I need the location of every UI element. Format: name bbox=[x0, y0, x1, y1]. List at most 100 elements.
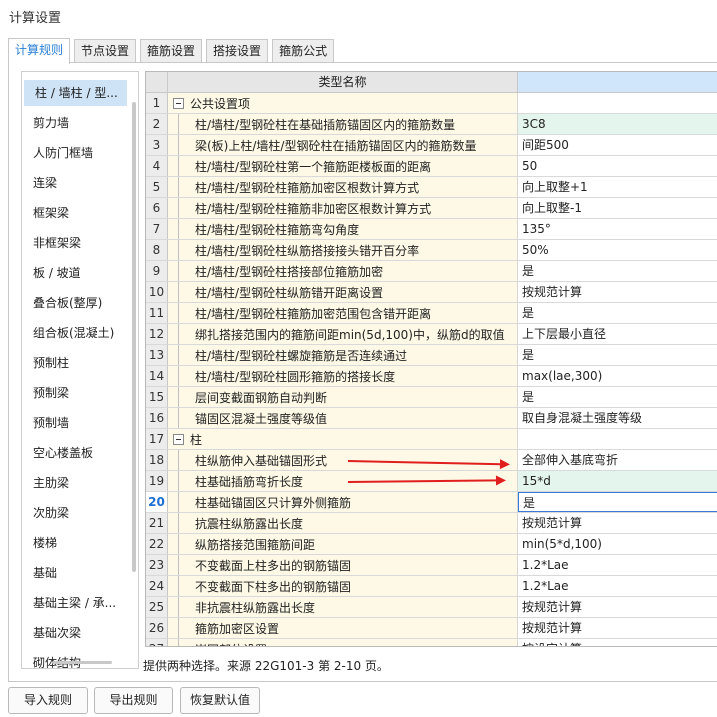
setting-name: 层间变截面钢筋自动判断 bbox=[195, 390, 328, 405]
table-row[interactable]: 6 柱/墙柱/型钢砼柱箍筋非加密区根数计算方式 向上取整-1 bbox=[146, 198, 717, 219]
table-row[interactable]: 9 柱/墙柱/型钢砼柱搭接部位箍筋加密 是 bbox=[146, 261, 717, 282]
tab-stirrup-settings[interactable]: 箍筋设置 bbox=[140, 39, 203, 63]
setting-value-cell[interactable]: 50% bbox=[518, 240, 717, 260]
sidebar-item[interactable]: 基础次梁 bbox=[22, 620, 127, 646]
sidebar-item[interactable]: 主肋梁 bbox=[22, 470, 127, 496]
setting-name: 柱/墙柱/型钢砼柱箍筋非加密区根数计算方式 bbox=[195, 201, 432, 216]
setting-value-cell[interactable]: 按规范计算 bbox=[518, 597, 717, 617]
setting-value-cell[interactable]: 按规范计算 bbox=[518, 513, 717, 533]
sidebar-item[interactable]: 预制墙 bbox=[22, 410, 127, 436]
setting-value-cell[interactable]: 3C8 bbox=[518, 114, 717, 134]
row-number: 9 bbox=[146, 261, 168, 281]
row-number: 18 bbox=[146, 450, 168, 470]
collapse-icon[interactable] bbox=[173, 97, 184, 109]
table-row[interactable]: 26 箍筋加密区设置 按规范计算 bbox=[146, 618, 717, 639]
sidebar-item[interactable]: 组合板(混凝土) bbox=[22, 320, 127, 346]
import-rules-button[interactable]: 导入规则 bbox=[8, 687, 88, 714]
sidebar-item[interactable]: 剪力墙 bbox=[22, 110, 127, 136]
table-row[interactable]: 13 柱/墙柱/型钢砼柱螺旋箍筋是否连续通过 是 bbox=[146, 345, 717, 366]
row-number: 19 bbox=[146, 471, 168, 491]
setting-name-cell: 抗震柱纵筋露出长度 bbox=[168, 513, 518, 533]
table-row[interactable]: 15 层间变截面钢筋自动判断 是 bbox=[146, 387, 717, 408]
sidebar-item[interactable]: 基础 bbox=[22, 560, 127, 586]
setting-value-cell[interactable]: 1.2*Lae bbox=[518, 576, 717, 596]
sidebar-item[interactable]: 楼梯 bbox=[22, 530, 127, 556]
sidebar-item[interactable]: 次肋梁 bbox=[22, 500, 127, 526]
row-number: 20 bbox=[146, 492, 168, 512]
tab-node-settings[interactable]: 节点设置 bbox=[74, 39, 137, 63]
setting-value-cell[interactable]: 是 bbox=[518, 261, 717, 281]
sidebar-item[interactable]: 空心楼盖板 bbox=[22, 440, 127, 466]
table-row[interactable]: 22 纵筋搭接范围箍筋间距 min(5*d,100) bbox=[146, 534, 717, 555]
collapse-icon[interactable] bbox=[173, 433, 184, 445]
setting-value-cell[interactable]: 135° bbox=[518, 219, 717, 239]
table-row[interactable]: 20 柱基础锚固区只计算外侧箍筋 是 bbox=[146, 492, 717, 513]
table-row[interactable]: 24 不变截面下柱多出的钢筋锚固 1.2*Lae bbox=[146, 576, 717, 597]
setting-value-cell[interactable]: 是 bbox=[518, 303, 717, 323]
sidebar-item[interactable]: 砌体结构 bbox=[22, 650, 127, 668]
setting-name: 柱/墙柱/型钢砼柱纵筋错开距离设置 bbox=[195, 285, 384, 300]
sidebar-item[interactable]: 基础主梁 / 承... bbox=[22, 590, 127, 616]
setting-name: 非抗震柱纵筋露出长度 bbox=[195, 600, 316, 615]
setting-value-cell[interactable]: 50 bbox=[518, 156, 717, 176]
setting-value-cell[interactable]: 间距500 bbox=[518, 135, 717, 155]
table-row[interactable]: 16 锚固区混凝土强度等级值 取自身混凝土强度等级 bbox=[146, 408, 717, 429]
table-row[interactable]: 21 抗震柱纵筋露出长度 按规范计算 bbox=[146, 513, 717, 534]
table-row[interactable]: 8 柱/墙柱/型钢砼柱纵筋搭接接头错开百分率 50% bbox=[146, 240, 717, 261]
table-row[interactable]: 18 柱纵筋伸入基础锚固形式 全部伸入基底弯折 bbox=[146, 450, 717, 471]
tab-stirrup-formula[interactable]: 箍筋公式 bbox=[272, 39, 335, 63]
setting-value-cell[interactable]: 全部伸入基底弯折 bbox=[518, 450, 717, 470]
sidebar-item[interactable]: 非框架梁 bbox=[22, 230, 127, 256]
setting-value-cell[interactable]: 是 bbox=[518, 387, 717, 407]
tab-calc-rules[interactable]: 计算规则 bbox=[8, 38, 71, 64]
table-row[interactable]: 2 柱/墙柱/型钢砼柱在基础插筋锚固区内的箍筋数量 3C8 bbox=[146, 114, 717, 135]
setting-value-cell[interactable]: min(5*d,100) bbox=[518, 534, 717, 554]
setting-value-cell[interactable]: 上下层最小直径 bbox=[518, 324, 717, 344]
export-rules-button[interactable]: 导出规则 bbox=[94, 687, 173, 714]
table-row[interactable]: 5 柱/墙柱/型钢砼柱箍筋加密区根数计算方式 向上取整+1 bbox=[146, 177, 717, 198]
sidebar-scrollbar[interactable] bbox=[132, 102, 136, 572]
setting-value-cell[interactable]: 按设定计算 bbox=[518, 639, 717, 646]
setting-name-cell: 不变截面下柱多出的钢筋锚固 bbox=[168, 576, 518, 596]
group-row[interactable]: 1 公共设置项 bbox=[146, 93, 717, 114]
sidebar-item[interactable]: 人防门框墙 bbox=[22, 140, 127, 166]
row-number: 21 bbox=[146, 513, 168, 533]
table-row[interactable]: 4 柱/墙柱/型钢砼柱第一个箍筋距楼板面的距离 50 bbox=[146, 156, 717, 177]
table-row[interactable]: 27 嵌固部位设置 按设定计算 bbox=[146, 639, 717, 646]
sidebar-item[interactable]: 连梁 bbox=[22, 170, 127, 196]
setting-value-cell[interactable]: 1.2*Lae bbox=[518, 555, 717, 575]
table-row[interactable]: 10 柱/墙柱/型钢砼柱纵筋错开距离设置 按规范计算 bbox=[146, 282, 717, 303]
table-row[interactable]: 23 不变截面上柱多出的钢筋锚固 1.2*Lae bbox=[146, 555, 717, 576]
restore-defaults-button[interactable]: 恢复默认值 bbox=[180, 687, 260, 714]
row-number: 4 bbox=[146, 156, 168, 176]
row-number: 23 bbox=[146, 555, 168, 575]
setting-value-cell[interactable]: max(lae,300) bbox=[518, 366, 717, 386]
setting-value-cell[interactable]: 是 bbox=[518, 492, 717, 512]
sidebar-item[interactable]: 预制梁 bbox=[22, 380, 127, 406]
setting-value-cell[interactable]: 取自身混凝土强度等级 bbox=[518, 408, 717, 428]
sidebar-horizontal-scrollbar[interactable] bbox=[52, 661, 112, 664]
group-row[interactable]: 17 柱 bbox=[146, 429, 717, 450]
row-number: 2 bbox=[146, 114, 168, 134]
setting-value-cell[interactable]: 是 bbox=[518, 345, 717, 365]
setting-value-cell[interactable]: 向上取整-1 bbox=[518, 198, 717, 218]
sidebar-item[interactable]: 叠合板(整厚) bbox=[22, 290, 127, 316]
setting-value-cell[interactable]: 向上取整+1 bbox=[518, 177, 717, 197]
row-number: 3 bbox=[146, 135, 168, 155]
setting-name: 柱/墙柱/型钢砼柱箍筋加密区根数计算方式 bbox=[195, 180, 420, 195]
sidebar-item[interactable]: 板 / 坡道 bbox=[22, 260, 127, 286]
table-row[interactable]: 25 非抗震柱纵筋露出长度 按规范计算 bbox=[146, 597, 717, 618]
table-row[interactable]: 12 绑扎搭接范围内的箍筋间距min(5d,100)中，纵筋d的取值 上下层最小直径 bbox=[146, 324, 717, 345]
tab-lap-settings[interactable]: 搭接设置 bbox=[206, 39, 269, 63]
table-row[interactable]: 7 柱/墙柱/型钢砼柱箍筋弯勾角度 135° bbox=[146, 219, 717, 240]
setting-value-cell[interactable]: 按规范计算 bbox=[518, 618, 717, 638]
table-row[interactable]: 3 梁(板)上柱/墙柱/型钢砼柱在插筋锚固区内的箍筋数量 间距500 bbox=[146, 135, 717, 156]
tree-line bbox=[178, 534, 179, 554]
setting-value-cell[interactable]: 15*d bbox=[518, 471, 717, 491]
sidebar-item[interactable]: 柱 / 墙柱 / 型... bbox=[24, 80, 127, 106]
setting-value-cell[interactable]: 按规范计算 bbox=[518, 282, 717, 302]
sidebar-item[interactable]: 预制柱 bbox=[22, 350, 127, 376]
table-row[interactable]: 11 柱/墙柱/型钢砼柱箍筋加密范围包含错开距离 是 bbox=[146, 303, 717, 324]
sidebar-item[interactable]: 框架梁 bbox=[22, 200, 127, 226]
table-row[interactable]: 14 柱/墙柱/型钢砼柱圆形箍筋的搭接长度 max(lae,300) bbox=[146, 366, 717, 387]
